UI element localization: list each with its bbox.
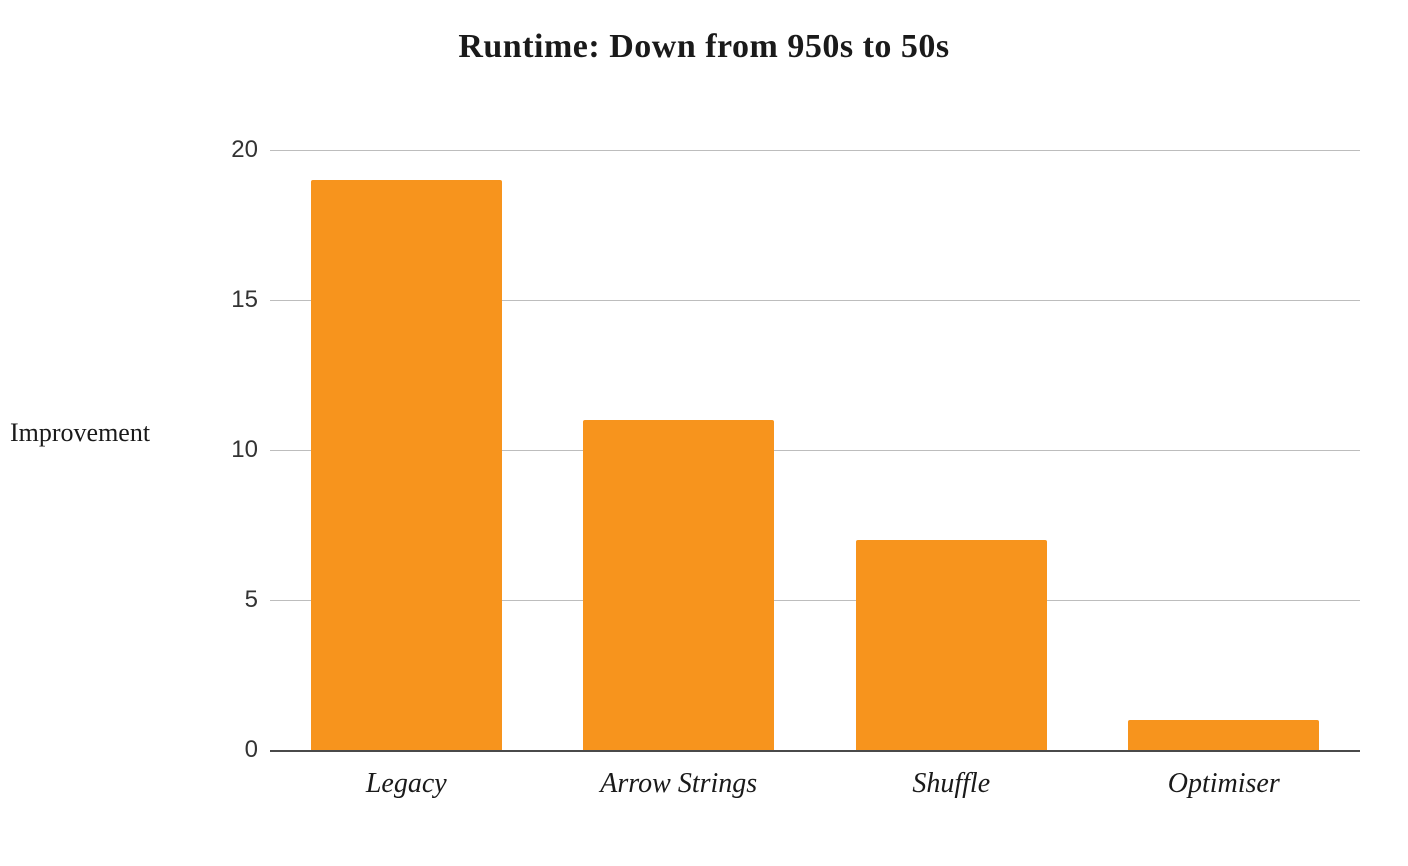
- chart-title: Runtime: Down from 950s to 50s: [0, 28, 1408, 66]
- bar: [1128, 720, 1319, 750]
- x-tick-label: Legacy: [366, 768, 447, 800]
- y-axis-label: Improvement: [10, 418, 150, 448]
- plot-area: 05101520LegacyArrow StringsShuffleOptimi…: [270, 150, 1360, 750]
- gridline: [270, 150, 1360, 151]
- y-tick-label: 5: [245, 586, 258, 614]
- y-tick-label: 0: [245, 736, 258, 764]
- bar: [583, 420, 774, 750]
- x-tick-label: Shuffle: [912, 768, 990, 800]
- bar: [856, 540, 1047, 750]
- x-tick-label: Arrow Strings: [600, 768, 757, 800]
- x-axis-line: [270, 750, 1360, 752]
- x-tick-label: Optimiser: [1168, 768, 1280, 800]
- y-tick-label: 10: [231, 436, 258, 464]
- chart-container: Runtime: Down from 950s to 50s Improveme…: [0, 0, 1408, 866]
- bar: [311, 180, 502, 750]
- y-tick-label: 15: [231, 286, 258, 314]
- plot-inner: 05101520LegacyArrow StringsShuffleOptimi…: [270, 150, 1360, 750]
- y-tick-label: 20: [231, 136, 258, 164]
